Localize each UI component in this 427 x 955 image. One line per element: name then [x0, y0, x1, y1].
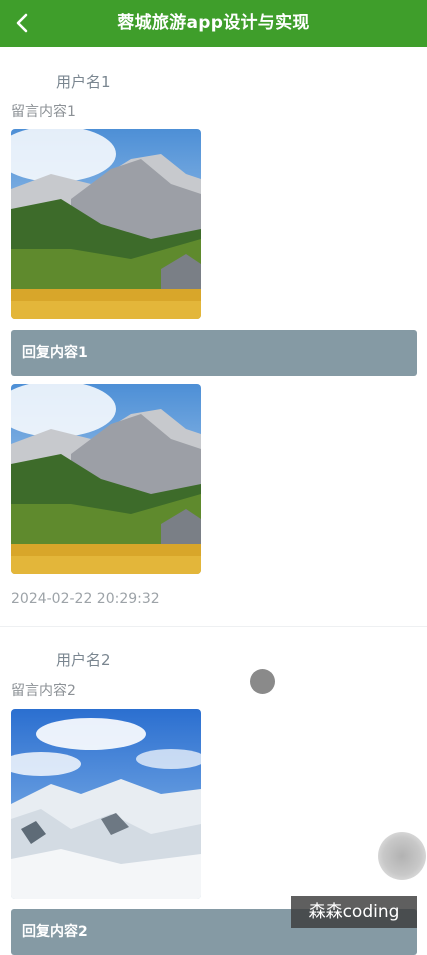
reply-text: 回复内容1: [22, 345, 88, 361]
app-header: 蓉城旅游app设计与实现: [0, 0, 427, 47]
timestamp: 2024-02-22 20:29:32: [11, 591, 160, 607]
message-item: 用户名1 留言内容1 回复内容1 2024-02-22 20:29:32: [0, 47, 427, 627]
reply-box: 回复内容1: [11, 330, 417, 376]
touch-indicator: [250, 669, 275, 694]
floating-button[interactable]: [378, 832, 426, 880]
username: 用户名2: [56, 651, 111, 669]
message-item: 用户名2 留言内容2 回复内容2: [0, 627, 427, 955]
message-text: 留言内容2: [11, 683, 76, 699]
page-title: 蓉城旅游app设计与实现: [117, 13, 310, 33]
message-text: 留言内容1: [11, 104, 76, 120]
reply-image[interactable]: [11, 384, 201, 574]
message-image[interactable]: [11, 709, 201, 899]
reply-text: 回复内容2: [22, 924, 88, 940]
message-image[interactable]: [11, 129, 201, 319]
username: 用户名1: [56, 73, 111, 91]
watermark: 森森coding: [291, 896, 417, 928]
